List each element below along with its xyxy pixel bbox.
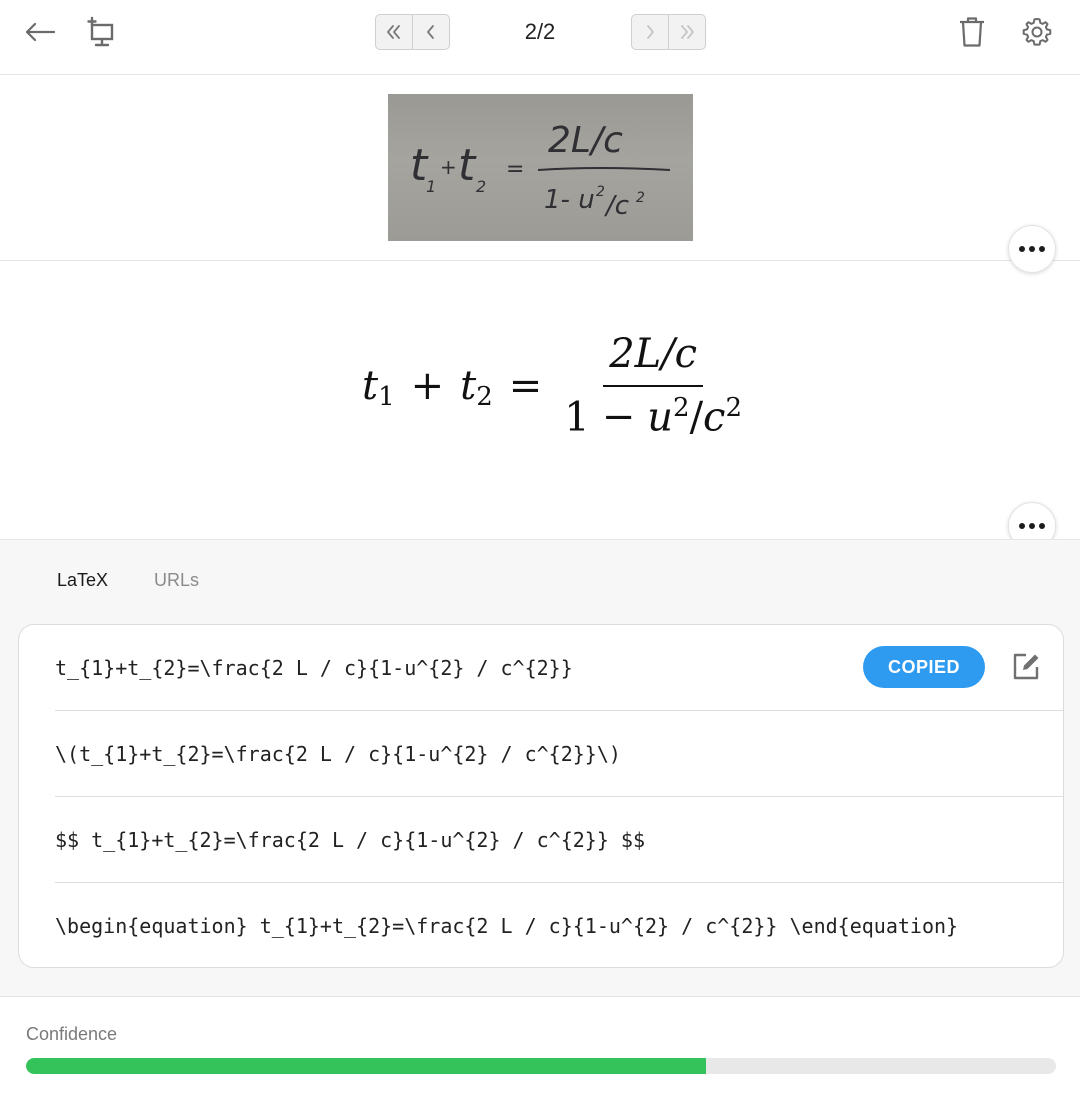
hw-den-exp2: 2 bbox=[636, 190, 645, 206]
gear-icon[interactable] bbox=[1019, 14, 1055, 50]
eq-equals: = bbox=[508, 362, 543, 409]
double-chevron-right-icon[interactable] bbox=[668, 15, 705, 49]
eq-sub2: 2 bbox=[476, 381, 493, 412]
chevron-left-icon[interactable] bbox=[412, 15, 449, 49]
confidence-bar bbox=[26, 1058, 1056, 1074]
format-tabs: LaTeX URLs bbox=[57, 570, 199, 591]
toolbar: 2/2 bbox=[0, 0, 1080, 75]
copied-badge[interactable]: COPIED bbox=[863, 646, 985, 688]
confidence-bar-fill bbox=[26, 1058, 706, 1074]
hw-den-b: /c bbox=[604, 191, 629, 221]
output-panel: LaTeX URLs t_{1}+t_{2}=\frac{2 L / c}{1-… bbox=[0, 539, 1080, 996]
screen-snip-icon[interactable] bbox=[82, 14, 118, 50]
confidence-label: Confidence bbox=[26, 1024, 118, 1044]
trash-icon[interactable] bbox=[954, 14, 990, 50]
dot-icon bbox=[1039, 523, 1045, 529]
hw-t2: t bbox=[458, 140, 477, 191]
page-indicator: 2/2 bbox=[524, 19, 556, 44]
handwritten-equation-photo: t 1 + t 2 = 2L/c 1- u 2 /c 2 bbox=[388, 94, 693, 241]
eq-numerator: 2L/c bbox=[603, 331, 704, 387]
hw-den-exp1: 2 bbox=[596, 184, 605, 200]
confidence-section: Confidence bbox=[0, 996, 1080, 1093]
latex-code: \begin{equation} t_{1}+t_{2}=\frac{2 L /… bbox=[55, 914, 959, 938]
latex-formats-card: t_{1}+t_{2}=\frac{2 L / c}{1-u^{2} / c^{… bbox=[18, 624, 1064, 968]
eq-sub1: 1 bbox=[378, 381, 395, 412]
hw-sub1: 1 bbox=[426, 177, 436, 196]
latex-code: t_{1}+t_{2}=\frac{2 L / c}{1-u^{2} / c^{… bbox=[55, 656, 573, 680]
chevron-right-icon[interactable] bbox=[632, 15, 668, 49]
rendered-equation-area: t1 + t2 = 2L/c 1− u2/c2 bbox=[0, 261, 1080, 550]
arrow-left-icon[interactable] bbox=[22, 14, 58, 50]
latex-code: $$ t_{1}+t_{2}=\frac{2 L / c}{1-u^{2} / … bbox=[55, 828, 646, 852]
tab-urls[interactable]: URLs bbox=[154, 570, 199, 591]
eq-denominator: 1− u2/c2 bbox=[564, 393, 742, 441]
latex-row-display[interactable]: $$ t_{1}+t_{2}=\frac{2 L / c}{1-u^{2} / … bbox=[55, 797, 1063, 883]
dot-icon bbox=[1019, 523, 1025, 529]
dot-icon bbox=[1029, 523, 1035, 529]
latex-row-inline[interactable]: \(t_{1}+t_{2}=\frac{2 L / c}{1-u^{2} / c… bbox=[55, 711, 1063, 797]
dot-icon bbox=[1029, 246, 1035, 252]
hw-equals: = bbox=[506, 157, 524, 182]
eq-fraction: 2L/c 1− u2/c2 bbox=[558, 331, 748, 440]
eq-plus: + bbox=[410, 362, 445, 409]
eq-t2: t bbox=[460, 362, 477, 409]
double-chevron-left-icon[interactable] bbox=[376, 15, 412, 49]
eq-t1: t bbox=[362, 362, 379, 409]
dot-icon bbox=[1019, 246, 1025, 252]
hw-plus: + bbox=[440, 155, 457, 179]
tab-latex[interactable]: LaTeX bbox=[57, 570, 108, 591]
dot-icon bbox=[1039, 246, 1045, 252]
latex-code: \(t_{1}+t_{2}=\frac{2 L / c}{1-u^{2} / c… bbox=[55, 742, 621, 766]
source-image-area: t 1 + t 2 = 2L/c 1- u 2 /c 2 bbox=[0, 75, 1080, 273]
prev-nav-group bbox=[375, 14, 450, 50]
edit-icon[interactable] bbox=[1009, 650, 1043, 684]
hw-den-a: 1- u bbox=[544, 185, 595, 215]
next-nav-group bbox=[631, 14, 706, 50]
hw-sub2: 2 bbox=[476, 177, 486, 196]
latex-row-equation[interactable]: \begin{equation} t_{1}+t_{2}=\frac{2 L /… bbox=[55, 883, 1063, 967]
hw-numerator: 2L/c bbox=[548, 120, 623, 161]
rendered-equation: t1 + t2 = 2L/c 1− u2/c2 bbox=[362, 331, 748, 440]
